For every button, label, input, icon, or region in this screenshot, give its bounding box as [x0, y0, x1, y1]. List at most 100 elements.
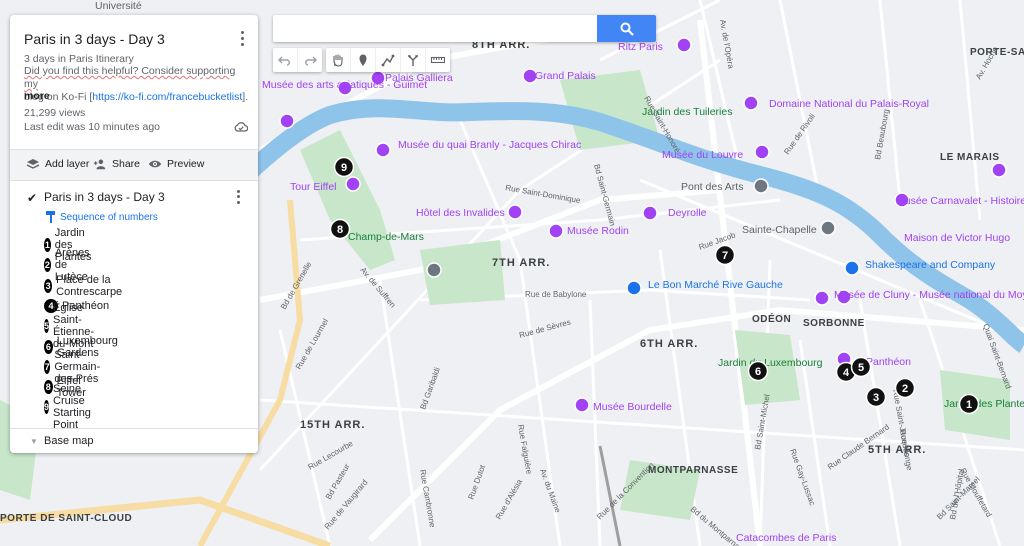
- last-edit-status: Last edit was 10 minutes ago: [24, 121, 160, 133]
- preview-label: Preview: [167, 158, 205, 170]
- poi-pin-icon[interactable]: [642, 205, 658, 221]
- paint-roller-icon: [46, 211, 55, 223]
- poi-pin-icon[interactable]: [345, 176, 361, 192]
- search-input[interactable]: [273, 15, 609, 42]
- preview-button[interactable]: Preview: [148, 158, 204, 170]
- share-label: Share: [112, 158, 141, 170]
- add-layer-button[interactable]: Add layer: [26, 158, 89, 170]
- map-title[interactable]: Paris in 3 days - Day 3: [24, 31, 165, 47]
- base-map-label: Base map: [44, 435, 94, 447]
- arrondissement-label: 5TH ARR.: [868, 444, 926, 456]
- place-label: Musée des arts asiatiques - Guimet: [262, 79, 427, 91]
- poi-pin-icon[interactable]: [279, 113, 295, 129]
- marker-number: 3: [873, 392, 879, 404]
- layer-item[interactable]: 3 Place de la Contrescarpe: [44, 273, 128, 298]
- landmark-pin-icon[interactable]: [426, 262, 442, 278]
- place-label: Panthéon: [866, 356, 911, 368]
- place-label: Musée Carnavalet - Histoire de Paris: [896, 195, 1024, 207]
- numbered-marker[interactable]: 3: [865, 386, 887, 408]
- redo-icon: [305, 56, 317, 66]
- map-description: Did you find this helpful? Consider supp…: [24, 65, 250, 104]
- redo-button[interactable]: [298, 48, 322, 72]
- layer-style-label: Sequence of numbers: [60, 211, 158, 223]
- layers-icon: [26, 159, 40, 169]
- sequence-number-badge: 9: [44, 400, 50, 415]
- numbered-marker[interactable]: 9: [333, 156, 355, 178]
- numbered-marker[interactable]: 6: [747, 360, 769, 382]
- layer-item[interactable]: 7 Saint-Germain-des-Prés: [44, 349, 108, 385]
- sequence-number-badge: 7: [44, 359, 51, 374]
- draw-line-button[interactable]: [376, 48, 401, 72]
- base-map-section[interactable]: ▼ Base map: [10, 428, 258, 453]
- add-person-icon: [93, 159, 106, 170]
- marker-number: 4: [843, 367, 850, 379]
- place-label: Deyrolle: [668, 207, 707, 219]
- expand-arrow-icon[interactable]: ▼: [30, 437, 38, 446]
- layer-item[interactable]: 5 Église Saint-Étienne-du-Mont: [44, 302, 103, 350]
- directions-icon: [408, 55, 418, 66]
- map-side-panel: Paris in 3 days - Day 3 3 days in Paris …: [10, 15, 258, 453]
- poi-pin-icon[interactable]: [375, 142, 391, 158]
- poi-pin-icon[interactable]: [548, 223, 564, 239]
- poi-pin-icon[interactable]: [676, 37, 692, 53]
- arrondissement-label: 15TH ARR.: [300, 419, 365, 431]
- tools-group: [326, 48, 450, 72]
- numbered-marker[interactable]: 5: [850, 356, 872, 378]
- poi-pin-icon[interactable]: [507, 204, 523, 220]
- poi-pin-icon[interactable]: [743, 95, 759, 111]
- map-options-icon[interactable]: [236, 29, 248, 47]
- description-line-1: Did you find this helpful? Consider supp…: [24, 65, 236, 90]
- sequence-number-badge: 5: [44, 319, 50, 334]
- place-label: Tour Eiffel: [290, 181, 337, 193]
- marker-number: 6: [755, 366, 761, 378]
- place-label: Musée Bourdelle: [593, 401, 672, 413]
- place-label: Jardin du Luxembourg: [718, 357, 823, 369]
- measure-button[interactable]: [426, 48, 450, 72]
- cloud-saved-icon: [234, 122, 248, 132]
- place-label: Musée Rodin: [567, 225, 629, 237]
- poi-pin-icon[interactable]: [814, 290, 830, 306]
- district-label: ODÉON: [752, 312, 791, 325]
- search-button[interactable]: [597, 15, 656, 42]
- layer-item-label: Place de la Contrescarpe: [56, 273, 123, 298]
- layer-item[interactable]: 2 Arènes de Lutèce: [44, 247, 97, 283]
- view-count: 21,299 views: [24, 107, 86, 119]
- landmark-pin-icon[interactable]: [753, 178, 769, 194]
- shopping-pin-icon[interactable]: [844, 260, 860, 276]
- place-label: Université: [95, 0, 142, 12]
- kofi-link[interactable]: https://ko-fi.com/francebucketlist: [92, 91, 242, 103]
- layer-style-link[interactable]: Sequence of numbers: [46, 211, 158, 223]
- add-directions-button[interactable]: [401, 48, 426, 72]
- numbered-marker[interactable]: 2: [894, 377, 916, 399]
- hand-icon: [333, 54, 343, 67]
- layer-options-icon[interactable]: [232, 189, 244, 205]
- sequence-number-badge: 6: [44, 339, 53, 354]
- shopping-pin-icon[interactable]: [626, 280, 642, 296]
- undo-button[interactable]: [273, 48, 298, 72]
- ruler-icon: [431, 56, 445, 64]
- marker-number: 5: [858, 362, 864, 374]
- arrondissement-label: 6TH ARR.: [640, 338, 698, 350]
- landmark-pin-icon[interactable]: [820, 220, 836, 236]
- layer-name[interactable]: Paris in 3 days - Day 3: [44, 190, 165, 204]
- numbered-marker[interactable]: 1: [958, 393, 980, 415]
- share-button[interactable]: Share: [93, 158, 140, 170]
- poi-pin-icon[interactable]: [574, 397, 590, 413]
- poi-pin-icon[interactable]: [991, 162, 1007, 178]
- poi-pin-icon[interactable]: [754, 144, 770, 160]
- select-hand-button[interactable]: [326, 48, 351, 72]
- marker-number: 2: [902, 383, 908, 395]
- layer-visibility-checkbox[interactable]: ✔: [27, 191, 37, 205]
- layer-item[interactable]: 9 Seine Cruise Starting Point: [44, 383, 100, 431]
- place-label: Maison de Victor Hugo: [904, 232, 1010, 244]
- sequence-number-badge: 8: [44, 380, 53, 395]
- numbered-marker[interactable]: 7: [714, 244, 736, 266]
- place-label: Shakespeare and Company: [865, 259, 996, 271]
- more-link[interactable]: more: [24, 90, 50, 102]
- edit-toolbar: [273, 48, 454, 72]
- marker-number: 8: [337, 224, 343, 236]
- numbered-marker[interactable]: 8: [329, 218, 351, 240]
- place-label: Champ-de-Mars: [348, 231, 424, 243]
- add-marker-button[interactable]: [351, 48, 376, 72]
- arrondissement-label: 7TH ARR.: [492, 257, 550, 269]
